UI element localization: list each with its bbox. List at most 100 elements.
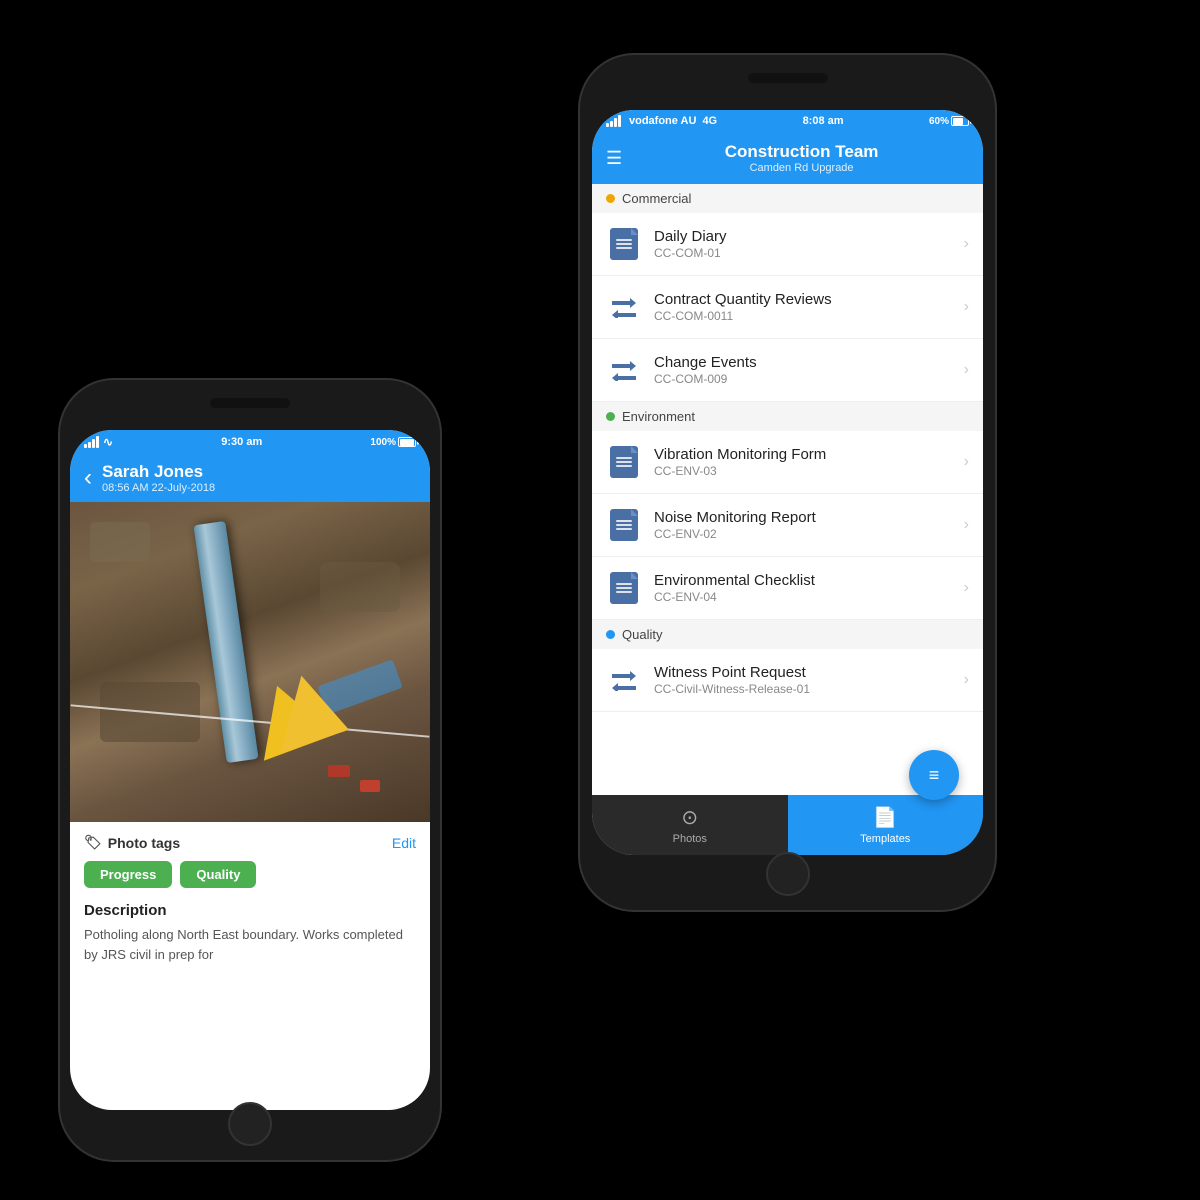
doc-line bbox=[616, 243, 632, 245]
bottom-navigation: ⊙ Photos 📄 Templates bbox=[592, 795, 983, 855]
vibration-content: Vibration Monitoring Form CC-ENV-03 bbox=[654, 446, 964, 478]
right-status-bar: vodafone AU 4G 8:08 am 60% bbox=[592, 110, 983, 132]
doc-lines-3 bbox=[616, 518, 632, 532]
exchange-icon-2 bbox=[610, 359, 638, 381]
camera-icon: ⊙ bbox=[681, 805, 698, 830]
env-checklist-content: Environmental Checklist CC-ENV-04 bbox=[654, 572, 964, 604]
wifi-indicator: ∿ bbox=[103, 435, 113, 449]
exchange-icon bbox=[610, 296, 638, 318]
photo-image bbox=[70, 502, 430, 822]
right-app-header: ☰ Construction Team Camden Rd Upgrade bbox=[592, 132, 983, 184]
edit-button[interactable]: Edit bbox=[392, 835, 416, 851]
list-item-env-checklist[interactable]: Environmental Checklist CC-ENV-04 › bbox=[592, 557, 983, 620]
tags-row: Progress Quality bbox=[84, 861, 416, 888]
doc-icon-3 bbox=[610, 509, 638, 541]
daily-diary-content: Daily Diary CC-COM-01 bbox=[654, 228, 964, 260]
daily-diary-icon bbox=[606, 226, 642, 262]
chevron-icon-6: › bbox=[964, 579, 969, 597]
witness-sub: CC-Civil-Witness-Release-01 bbox=[654, 682, 964, 696]
chevron-icon: › bbox=[964, 235, 969, 253]
change-events-content: Change Events CC-COM-009 bbox=[654, 354, 964, 386]
left-phone-screen: ∿ 9:30 am 100% ‹ Sarah Jones 08:56 AM 22… bbox=[70, 430, 430, 1110]
photo-container bbox=[70, 502, 430, 822]
doc-line bbox=[616, 247, 632, 249]
change-events-icon bbox=[606, 352, 642, 388]
noise-title: Noise Monitoring Report bbox=[654, 509, 964, 526]
daily-diary-sub: CC-COM-01 bbox=[654, 246, 964, 260]
battery-indicator: 100% bbox=[370, 437, 416, 448]
filter-icon: ≡ bbox=[929, 765, 940, 786]
chevron-icon-4: › bbox=[964, 453, 969, 471]
doc-icon bbox=[610, 228, 638, 260]
contract-quantity-title: Contract Quantity Reviews bbox=[654, 291, 964, 308]
contract-quantity-icon bbox=[606, 289, 642, 325]
vibration-icon bbox=[606, 444, 642, 480]
chevron-icon-5: › bbox=[964, 516, 969, 534]
daily-diary-title: Daily Diary bbox=[654, 228, 964, 245]
noise-icon bbox=[606, 507, 642, 543]
contract-quantity-sub: CC-COM-0011 bbox=[654, 309, 964, 323]
templates-label: Templates bbox=[860, 833, 910, 845]
left-status-bar: ∿ 9:30 am 100% bbox=[70, 430, 430, 454]
quality-dot bbox=[606, 630, 615, 639]
description-title: Description bbox=[84, 902, 416, 919]
right-phone: vodafone AU 4G 8:08 am 60% ☰ Constructio… bbox=[580, 55, 995, 910]
nav-templates[interactable]: 📄 Templates bbox=[788, 795, 984, 855]
doc-line bbox=[616, 239, 632, 241]
left-phone: ∿ 9:30 am 100% ‹ Sarah Jones 08:56 AM 22… bbox=[60, 380, 440, 1160]
signal-bars bbox=[84, 436, 99, 448]
user-info: Sarah Jones 08:56 AM 22-July-2018 bbox=[102, 462, 215, 494]
chevron-icon-2: › bbox=[964, 298, 969, 316]
list-item-contract-quantity[interactable]: Contract Quantity Reviews CC-COM-0011 › bbox=[592, 276, 983, 339]
doc-icon-4 bbox=[610, 572, 638, 604]
fab-filter-button[interactable]: ≡ bbox=[909, 750, 959, 800]
change-events-sub: CC-COM-009 bbox=[654, 372, 964, 386]
vibration-sub: CC-ENV-03 bbox=[654, 464, 964, 478]
section-commercial: Commercial bbox=[592, 184, 983, 213]
witness-content: Witness Point Request CC-Civil-Witness-R… bbox=[654, 664, 964, 696]
left-header: ‹ Sarah Jones 08:56 AM 22-July-2018 bbox=[70, 454, 430, 502]
right-battery-icon bbox=[951, 116, 969, 126]
list-item-noise[interactable]: Noise Monitoring Report CC-ENV-02 › bbox=[592, 494, 983, 557]
commercial-dot bbox=[606, 194, 615, 203]
photo-tags-row: 🏷 Photo tags Edit bbox=[84, 834, 416, 851]
app-title: Construction Team bbox=[634, 142, 969, 162]
environment-dot bbox=[606, 412, 615, 421]
env-checklist-title: Environmental Checklist bbox=[654, 572, 964, 589]
user-timestamp: 08:56 AM 22-July-2018 bbox=[102, 482, 215, 494]
photo-tags-label: 🏷 Photo tags bbox=[84, 834, 180, 851]
list-item-daily-diary[interactable]: Daily Diary CC-COM-01 › bbox=[592, 213, 983, 276]
noise-content: Noise Monitoring Report CC-ENV-02 bbox=[654, 509, 964, 541]
doc-icon-2 bbox=[610, 446, 638, 478]
back-button[interactable]: ‹ bbox=[84, 464, 92, 492]
doc-lines-4 bbox=[616, 581, 632, 595]
env-checklist-icon bbox=[606, 570, 642, 606]
photo-info-panel: 🏷 Photo tags Edit Progress Quality Descr… bbox=[70, 822, 430, 976]
list-item-witness[interactable]: Witness Point Request CC-Civil-Witness-R… bbox=[592, 649, 983, 712]
list-item-vibration[interactable]: Vibration Monitoring Form CC-ENV-03 › bbox=[592, 431, 983, 494]
description-text: Potholing along North East boundary. Wor… bbox=[84, 925, 416, 964]
chevron-icon-3: › bbox=[964, 361, 969, 379]
contract-quantity-content: Contract Quantity Reviews CC-COM-0011 bbox=[654, 291, 964, 323]
tag-progress[interactable]: Progress bbox=[84, 861, 172, 888]
home-button-right[interactable] bbox=[766, 852, 810, 896]
exchange-icon-3 bbox=[610, 669, 638, 691]
home-button-left[interactable] bbox=[228, 1102, 272, 1146]
right-time: 8:08 am bbox=[803, 115, 844, 127]
tag-quality[interactable]: Quality bbox=[180, 861, 256, 888]
left-time: 9:30 am bbox=[221, 436, 262, 448]
quality-label: Quality bbox=[622, 627, 662, 642]
nav-photos[interactable]: ⊙ Photos bbox=[592, 795, 788, 855]
doc-lines bbox=[616, 237, 632, 251]
battery-icon bbox=[398, 437, 416, 447]
change-events-title: Change Events bbox=[654, 354, 964, 371]
hamburger-menu[interactable]: ☰ bbox=[606, 148, 622, 169]
right-signal-bars bbox=[606, 115, 621, 127]
tag-icon: 🏷 bbox=[84, 834, 102, 851]
witness-title: Witness Point Request bbox=[654, 664, 964, 681]
app-subtitle: Camden Rd Upgrade bbox=[634, 162, 969, 174]
photos-label: Photos bbox=[673, 833, 707, 845]
doc-lines-2 bbox=[616, 455, 632, 469]
list-item-change-events[interactable]: Change Events CC-COM-009 › bbox=[592, 339, 983, 402]
right-phone-screen: vodafone AU 4G 8:08 am 60% ☰ Constructio… bbox=[592, 110, 983, 855]
